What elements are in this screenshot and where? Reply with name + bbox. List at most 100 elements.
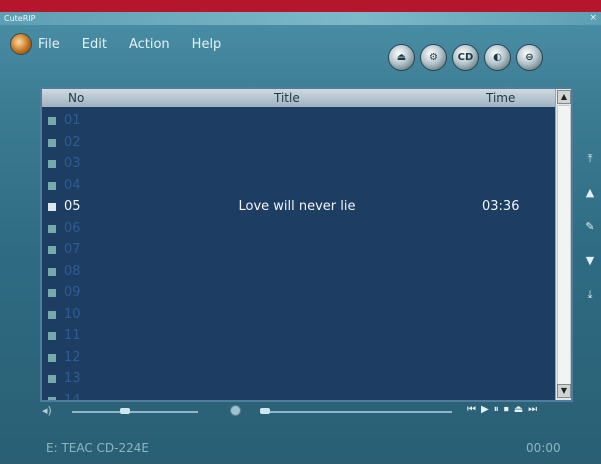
- track-marker-icon: [48, 181, 56, 190]
- table-row[interactable]: 14: [42, 390, 558, 402]
- table-row[interactable]: 02: [42, 132, 558, 154]
- track-number: 01: [64, 113, 81, 128]
- rip-button[interactable]: ◐: [484, 44, 511, 71]
- settings-button[interactable]: ⚙: [420, 44, 447, 71]
- track-time: 03:36: [482, 199, 520, 214]
- drive-info: E: TEAC CD-224E: [46, 441, 149, 455]
- track-number: 07: [64, 242, 81, 257]
- top-strip: [0, 0, 601, 12]
- title-bar: CuteRIP ×: [0, 12, 601, 25]
- track-number: 09: [64, 285, 81, 300]
- table-row[interactable]: 03: [42, 153, 558, 175]
- menu-action[interactable]: Action: [129, 37, 170, 52]
- menu-edit[interactable]: Edit: [82, 37, 107, 52]
- track-number: 04: [64, 177, 81, 193]
- track-marker-icon: [48, 332, 56, 340]
- track-number: 14: [64, 392, 81, 402]
- pause-icon[interactable]: ⏸: [494, 404, 499, 415]
- rip-icon: ◐: [493, 52, 502, 63]
- scroll-down-icon[interactable]: ▼: [557, 384, 571, 398]
- toolbar: ⏏ ⚙ CD ◐ ⊖: [388, 44, 543, 74]
- track-number: 05: [64, 199, 81, 214]
- move-down-icon: ▼: [585, 254, 595, 267]
- track-marker-icon: [48, 289, 56, 297]
- move-bottom-button[interactable]: ⤓: [580, 288, 600, 322]
- menu-file[interactable]: File: [38, 37, 60, 52]
- track-marker-icon: [48, 396, 56, 400]
- track-marker-icon: [48, 267, 56, 276]
- table-row[interactable]: 13: [42, 368, 558, 390]
- move-up-button[interactable]: ▲: [580, 186, 600, 220]
- move-up-icon: ▲: [585, 186, 595, 199]
- volume-icon: ◂): [42, 404, 52, 417]
- move-top-icon: ⤒: [587, 152, 593, 165]
- cd-info-button[interactable]: CD: [452, 44, 479, 71]
- app-logo-icon[interactable]: [10, 33, 32, 55]
- eject-button[interactable]: ⏏: [388, 44, 415, 71]
- move-top-button[interactable]: ⤒: [580, 152, 600, 186]
- next-icon[interactable]: ⏭: [528, 404, 537, 415]
- move-bottom-icon: ⤓: [587, 288, 593, 301]
- edit-icon: ✎: [585, 220, 595, 233]
- track-marker-icon: [48, 160, 56, 168]
- status-bar: E: TEAC CD-224E 00:00: [46, 441, 576, 457]
- table-row[interactable]: 10: [42, 304, 558, 326]
- lock-icon: ⊖: [525, 52, 534, 63]
- window-title: CuteRIP: [4, 14, 36, 23]
- column-header-time[interactable]: Time: [486, 89, 515, 107]
- table-row[interactable]: 01: [42, 110, 558, 132]
- track-marker-icon: [48, 224, 56, 233]
- track-title: Love will never lie: [238, 199, 356, 214]
- column-header-title[interactable]: Title: [274, 89, 300, 107]
- track-number: 06: [64, 220, 81, 236]
- reorder-buttons: ⤒ ▲ ✎ ▼ ⤓: [580, 152, 600, 322]
- track-number: 12: [64, 349, 81, 365]
- table-row[interactable]: 06: [42, 218, 558, 240]
- track-number: 02: [64, 134, 81, 150]
- time-display: 00:00: [526, 441, 561, 455]
- previous-icon[interactable]: ⏮: [467, 404, 476, 415]
- list-header: No Title Time: [42, 89, 571, 107]
- move-down-button[interactable]: ▼: [580, 254, 600, 288]
- table-row[interactable]: 04: [42, 175, 558, 197]
- scroll-up-icon[interactable]: ▲: [557, 90, 571, 104]
- track-marker-icon: [48, 246, 56, 254]
- table-row[interactable]: 05 Love will never lie 03:36: [42, 196, 558, 218]
- table-row[interactable]: 12: [42, 347, 558, 369]
- track-marker-icon: [48, 117, 56, 125]
- lock-button[interactable]: ⊖: [516, 44, 543, 71]
- table-row[interactable]: 09: [42, 282, 558, 304]
- close-icon[interactable]: ×: [589, 12, 597, 25]
- eject-small-icon[interactable]: ⏏: [514, 404, 523, 415]
- track-marker-icon: [48, 203, 56, 211]
- track-rows: 01 02 03 04 05 Love will never lie 03:36 06 07 08…: [42, 110, 558, 402]
- seek-slider[interactable]: [266, 411, 452, 413]
- track-marker-icon: [48, 138, 56, 147]
- transport-buttons: ⏮ ▶ ⏸ ⏹ ⏏ ⏭: [467, 404, 537, 415]
- track-number: 11: [64, 328, 81, 343]
- track-marker-icon: [48, 310, 56, 319]
- scroll-thumb[interactable]: [557, 105, 571, 385]
- table-row[interactable]: 08: [42, 261, 558, 283]
- seek-icon: [230, 405, 241, 416]
- track-marker-icon: [48, 375, 56, 383]
- menu-help[interactable]: Help: [192, 37, 222, 52]
- volume-slider[interactable]: [72, 411, 198, 413]
- cd-icon: CD: [457, 52, 474, 63]
- track-number: 03: [64, 156, 81, 171]
- app-window: CuteRIP × File Edit Action Help ⏏ ⚙ CD ◐…: [0, 12, 601, 464]
- table-row[interactable]: 07: [42, 239, 558, 261]
- track-marker-icon: [48, 353, 56, 362]
- play-icon[interactable]: ▶: [481, 404, 489, 415]
- table-row[interactable]: 11: [42, 325, 558, 347]
- column-header-no[interactable]: No: [68, 89, 84, 107]
- track-number: 10: [64, 306, 81, 322]
- track-number: 13: [64, 371, 81, 386]
- settings-icon: ⚙: [429, 52, 438, 63]
- list-scrollbar[interactable]: ▲ ▼: [555, 89, 571, 400]
- edit-button[interactable]: ✎: [580, 220, 600, 254]
- volume-knob[interactable]: [120, 408, 130, 414]
- track-number: 08: [64, 263, 81, 279]
- seek-knob[interactable]: [260, 408, 270, 414]
- stop-icon[interactable]: ⏹: [504, 404, 509, 415]
